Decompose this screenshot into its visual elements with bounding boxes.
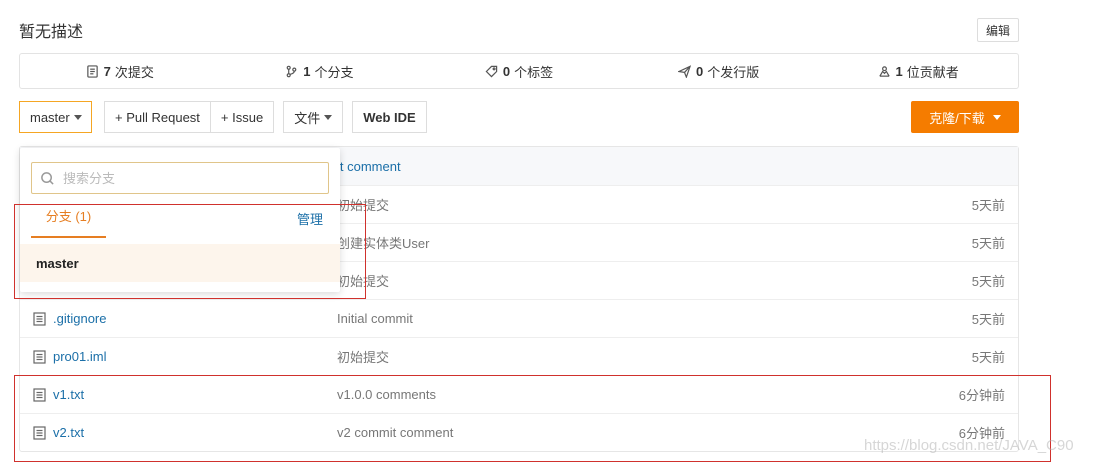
commit-time: 5天前 <box>971 198 1005 213</box>
caret-down-icon <box>992 114 1001 120</box>
file-name[interactable]: .gitignore <box>53 311 106 326</box>
tag-icon <box>485 65 498 77</box>
stat-tags-count: 0 <box>502 63 511 79</box>
repo-description: 暂无描述 <box>19 24 84 41</box>
stat-releases-label: 个发行版 <box>707 64 760 80</box>
clone-download-button[interactable]: 克隆/下载 <box>911 101 1019 133</box>
files-menu-label: 文件 <box>294 110 321 126</box>
table-row[interactable]: pro01.iml 初始提交 5天前 <box>20 337 1018 375</box>
stat-tags[interactable]: 0 个标签 <box>419 62 619 81</box>
commit-time: 5天前 <box>971 312 1005 327</box>
table-row[interactable]: .gitignore Initial commit 5天前 <box>20 299 1018 337</box>
stat-contributors-count: 1 <box>895 63 903 79</box>
caret-down-icon <box>73 114 82 120</box>
commit-time: 5天前 <box>971 274 1005 289</box>
branch-select-label: master <box>30 109 70 125</box>
create-group: + Pull Request + Issue <box>104 101 275 133</box>
web-ide-button[interactable]: Web IDE <box>352 101 427 133</box>
files-menu-button[interactable]: 文件 <box>283 101 344 133</box>
file-icon <box>33 311 46 326</box>
pull-request-button[interactable]: + Pull Request <box>104 101 211 133</box>
latest-commit-message[interactable]: it comment <box>337 159 401 174</box>
stat-releases[interactable]: 0 个发行版 <box>619 62 819 81</box>
stat-tags-label: 个标签 <box>514 64 554 80</box>
contributors-icon <box>878 65 890 77</box>
stat-commits-label: 次提交 <box>114 64 154 80</box>
branch-select[interactable]: master <box>19 101 92 133</box>
clone-download-label: 克隆/下载 <box>929 110 985 126</box>
release-icon <box>677 64 691 78</box>
file-link[interactable]: .gitignore <box>33 311 106 326</box>
repo-toolbar: master + Pull Request + Issue 文件 Web IDE <box>19 101 427 133</box>
stat-commits-count: 7 <box>103 63 111 79</box>
stat-branches-label: 个分支 <box>314 64 354 80</box>
search-icon <box>41 171 54 185</box>
branch-icon <box>286 65 297 77</box>
caret-down-icon <box>324 114 333 120</box>
commit-message[interactable]: Initial commit <box>337 311 413 326</box>
branch-search-box[interactable] <box>31 162 329 194</box>
commit-time: 5天前 <box>971 350 1005 365</box>
stat-commits[interactable]: 7 次提交 <box>20 62 220 81</box>
edit-button[interactable]: 编辑 <box>977 18 1019 42</box>
file-link[interactable]: pro01.iml <box>33 349 106 364</box>
commit-icon <box>86 64 98 78</box>
highlight-box-branches <box>14 204 366 299</box>
stat-releases-count: 0 <box>695 63 704 79</box>
stat-contributors-label: 位贡献者 <box>906 64 959 80</box>
commit-time: 5天前 <box>971 236 1005 251</box>
stat-branches[interactable]: 1 个分支 <box>220 62 420 81</box>
commit-message[interactable]: 初始提交 <box>337 347 389 366</box>
file-icon <box>33 349 46 364</box>
stat-branches-count: 1 <box>303 63 311 79</box>
issue-button[interactable]: + Issue <box>210 101 275 133</box>
branch-search-input[interactable] <box>63 170 303 186</box>
watermark: https://blog.csdn.net/JAVA_C90 <box>864 437 1074 454</box>
file-name[interactable]: pro01.iml <box>53 349 106 364</box>
repo-stats-bar: 7 次提交 1 个分支 0 个标签 0 个发行版 1 位贡献者 <box>19 53 1019 89</box>
stat-contributors[interactable]: 1 位贡献者 <box>818 62 1018 81</box>
